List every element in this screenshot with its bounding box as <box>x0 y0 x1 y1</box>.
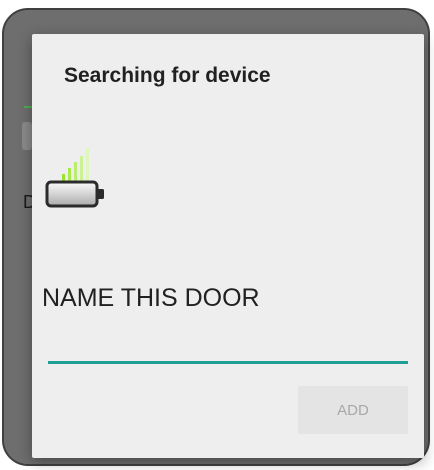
background-status-line <box>24 106 32 108</box>
dialog-title: Searching for device <box>64 64 271 87</box>
background-icon <box>22 122 32 150</box>
battery-body <box>45 180 99 208</box>
signal-bar-5 <box>86 148 89 184</box>
battery-signal-icon <box>45 148 104 208</box>
signal-bar-4 <box>80 156 83 184</box>
door-name-input[interactable] <box>48 328 408 364</box>
add-door-dialog: Searching for device NAME THIS DOOR ADD <box>32 34 424 458</box>
battery-terminal <box>97 189 104 199</box>
name-door-label: NAME THIS DOOR <box>42 284 260 312</box>
add-button[interactable]: ADD <box>298 386 408 434</box>
